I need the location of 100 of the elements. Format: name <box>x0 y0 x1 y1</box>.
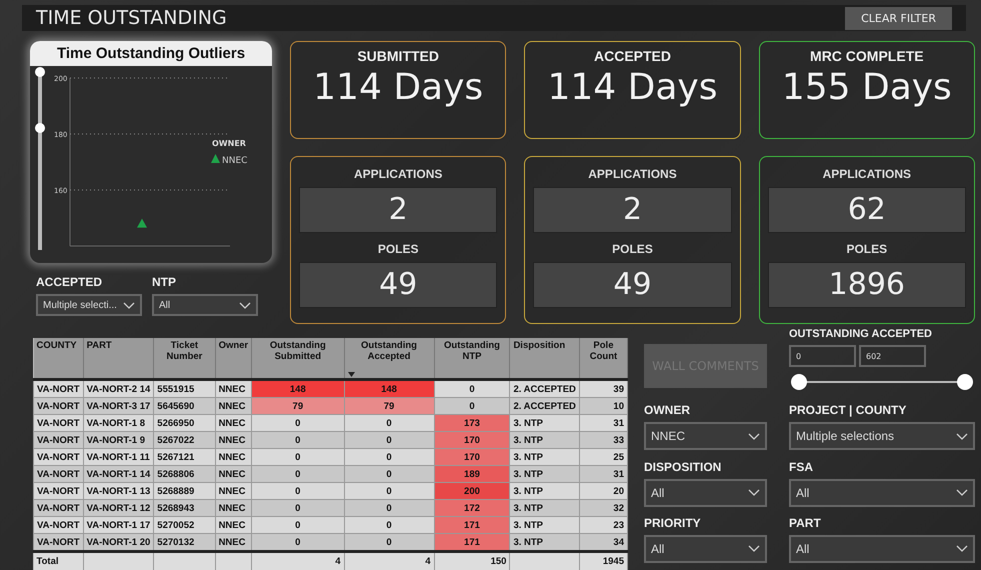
filter-label: OUTSTANDING ACCEPTED <box>789 328 933 340</box>
table-cell: 0 <box>344 466 434 482</box>
column-header[interactable]: Pole Count <box>579 338 628 380</box>
dropdown[interactable]: Multiple selecti... <box>36 294 142 316</box>
applications-value: 2 <box>533 187 732 233</box>
applications-label: APPLICATIONS <box>354 167 442 181</box>
table-cell: 0 <box>252 466 344 482</box>
poles-label: POLES <box>378 242 418 256</box>
table-cell: VA-NORT-1 14 <box>83 466 154 482</box>
table-cell: NNEC <box>215 432 252 448</box>
table-cell: VA-NORT-1 8 <box>83 414 154 432</box>
applications-value: 62 <box>768 187 966 233</box>
table-cell: 79 <box>252 398 344 414</box>
card-title: SUBMITTED <box>357 48 439 64</box>
table-cell: 3. NTP <box>510 482 580 500</box>
chevron-down-icon <box>956 489 968 496</box>
column-header[interactable]: Outstanding Submitted <box>252 338 344 380</box>
dropdown[interactable]: All <box>789 534 975 563</box>
table-cell: 0 <box>344 516 434 534</box>
table-cell: 33 <box>579 432 628 448</box>
table-cell: 171 <box>434 516 510 534</box>
table-cell: 3. NTP <box>510 516 580 534</box>
table-cell: VA-NORT-1 17 <box>83 516 154 534</box>
table-cell: VA-NORT <box>34 516 84 534</box>
table-cell: 170 <box>434 448 510 466</box>
table-cell: NNEC <box>215 482 252 500</box>
sort-icon <box>348 372 355 377</box>
column-header[interactable]: Outstanding NTP <box>434 338 510 380</box>
column-header[interactable]: PART <box>83 338 154 380</box>
card-value: 155 Days <box>782 67 952 108</box>
table-cell: VA-NORT-1 11 <box>83 448 154 466</box>
column-header[interactable]: Ticket Number <box>154 338 216 380</box>
filter-label: OWNER <box>644 403 691 418</box>
max-input[interactable]: 602 <box>859 345 926 367</box>
clear-filter-button[interactable]: CLEAR FILTER <box>845 6 952 30</box>
filter-label: NTP <box>152 275 177 289</box>
chevron-down-icon <box>956 432 968 440</box>
table-cell: 0 <box>252 482 344 500</box>
range-slider[interactable] <box>35 67 45 250</box>
legend-label: NNEC <box>222 156 248 166</box>
table-cell: 31 <box>579 414 628 432</box>
card-value: 114 Days <box>547 67 718 108</box>
min-input[interactable]: 0 <box>789 345 856 367</box>
applications-label: APPLICATIONS <box>588 167 677 181</box>
table-cell: 5645690 <box>154 398 216 414</box>
total-cell: 150 <box>490 556 506 567</box>
column-header[interactable]: Outstanding Accepted <box>344 338 434 380</box>
dropdown[interactable]: Multiple selections <box>789 422 975 450</box>
card-title: ACCEPTED <box>594 48 671 64</box>
table-cell: 170 <box>434 432 510 448</box>
table-cell: 189 <box>434 466 510 482</box>
table-cell: 0 <box>344 414 434 432</box>
dropdown[interactable]: All <box>644 478 767 506</box>
page-title: TIME OUTSTANDING <box>36 7 227 29</box>
table-cell: 5268806 <box>154 466 216 482</box>
table-cell: 0 <box>252 432 344 448</box>
filter-label: PRIORITY <box>644 516 702 530</box>
total-cell: 4 <box>335 556 341 567</box>
range-slider[interactable] <box>791 374 973 390</box>
dropdown[interactable]: All <box>789 478 975 506</box>
table-cell: 3. NTP <box>510 432 580 448</box>
poles-value: 49 <box>299 262 498 308</box>
dropdown[interactable]: All <box>152 294 258 316</box>
table-cell: 5266950 <box>154 414 216 432</box>
column-header[interactable]: Owner <box>215 338 252 380</box>
table-cell: 0 <box>252 516 344 534</box>
table-cell: VA-NORT-1 12 <box>83 500 154 516</box>
chart-title: Time Outstanding Outliers <box>30 41 272 66</box>
chevron-down-icon <box>123 302 135 308</box>
table-cell: VA-NORT <box>34 448 84 466</box>
table-cell: 2. ACCEPTED <box>510 398 580 414</box>
filter-label: FSA <box>789 460 814 474</box>
chevron-down-icon <box>748 545 760 552</box>
table-cell: 23 <box>579 516 628 534</box>
card-value: 114 Days <box>313 67 484 108</box>
poles-value: 1896 <box>768 262 966 308</box>
applications-value: 2 <box>299 187 498 233</box>
filter-label: ACCEPTED <box>36 275 104 289</box>
table-cell: 0 <box>434 398 510 414</box>
table-cell: 3. NTP <box>510 466 580 482</box>
table-cell: 0 <box>252 414 344 432</box>
dropdown[interactable]: All <box>644 534 767 563</box>
column-header[interactable]: COUNTY <box>34 338 84 380</box>
column-header[interactable]: Disposition <box>510 338 580 380</box>
table-cell: 5268889 <box>154 482 216 500</box>
table-cell: 0 <box>252 500 344 516</box>
card-title: MRC COMPLETE <box>810 48 924 64</box>
table-cell: NNEC <box>215 500 252 516</box>
filter-label: PROJECT | COUNTY <box>789 403 908 418</box>
chevron-down-icon <box>956 545 968 552</box>
chevron-down-icon <box>748 432 760 440</box>
chevron-down-icon <box>239 302 251 308</box>
table-cell: 3. NTP <box>510 500 580 516</box>
table-cell: 0 <box>344 500 434 516</box>
table-cell: NNEC <box>215 414 252 432</box>
poles-label: POLES <box>612 242 653 256</box>
poles-value: 49 <box>533 262 732 308</box>
total-cell: Total <box>36 556 58 567</box>
table-cell: VA-NORT <box>34 414 84 432</box>
dropdown[interactable]: NNEC <box>644 422 767 450</box>
